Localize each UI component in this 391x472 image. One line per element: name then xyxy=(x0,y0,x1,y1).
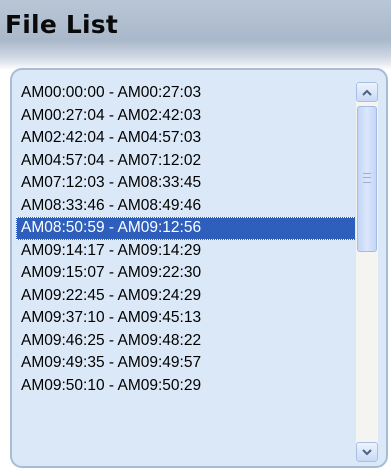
list-item[interactable]: AM09:46:25 - AM09:48:22 xyxy=(16,330,358,353)
scroll-down-button[interactable] xyxy=(356,442,378,462)
list-item[interactable]: AM09:22:45 - AM09:24:29 xyxy=(16,285,358,308)
file-rows: AM00:00:00 - AM00:27:03 AM00:27:04 - AM0… xyxy=(16,82,358,397)
scrollbar-thumb[interactable] xyxy=(357,106,377,252)
list-item[interactable]: AM07:12:03 - AM08:33:45 xyxy=(16,172,358,195)
grip-icon xyxy=(363,173,371,183)
panel-title: File List xyxy=(5,10,119,39)
vertical-scrollbar[interactable] xyxy=(355,82,378,462)
list-item[interactable]: AM08:33:46 - AM08:49:46 xyxy=(16,195,358,218)
chevron-up-icon xyxy=(362,89,372,96)
list-item[interactable]: AM00:27:04 - AM02:42:03 xyxy=(16,105,358,128)
list-item[interactable]: AM09:49:35 - AM09:49:57 xyxy=(16,352,358,375)
list-item[interactable]: AM09:14:17 - AM09:14:29 xyxy=(16,240,358,263)
scroll-up-button[interactable] xyxy=(356,82,378,102)
list-item[interactable]: AM00:00:00 - AM00:27:03 xyxy=(16,82,358,105)
file-list-panel: File List AM00:00:00 - AM00:27:03 AM00:2… xyxy=(0,0,391,472)
list-item-selected[interactable]: AM08:50:59 - AM09:12:56 xyxy=(16,217,358,240)
list-item[interactable]: AM09:37:10 - AM09:45:13 xyxy=(16,307,358,330)
list-item[interactable]: AM04:57:04 - AM07:12:02 xyxy=(16,150,358,173)
list-item[interactable]: AM09:50:10 - AM09:50:29 xyxy=(16,375,358,398)
file-listbox[interactable]: AM00:00:00 - AM00:27:03 AM00:27:04 - AM0… xyxy=(10,68,388,468)
list-item[interactable]: AM02:42:04 - AM04:57:03 xyxy=(16,127,358,150)
chevron-down-icon xyxy=(362,449,372,456)
list-item[interactable]: AM09:15:07 - AM09:22:30 xyxy=(16,262,358,285)
